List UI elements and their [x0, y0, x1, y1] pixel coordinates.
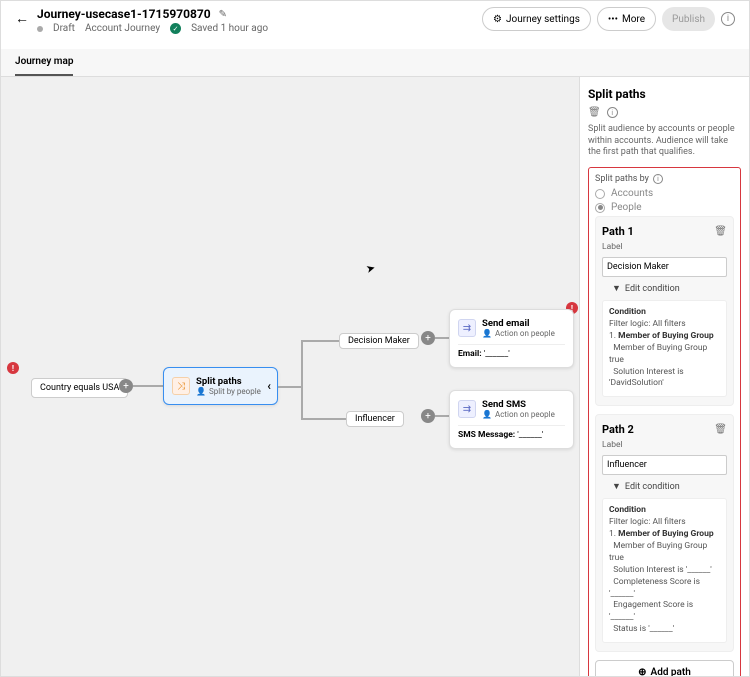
back-icon[interactable]: ←	[15, 10, 29, 27]
gear-icon: ⚙	[493, 14, 502, 25]
radio-icon	[595, 189, 605, 199]
publish-button[interactable]: Publish	[662, 7, 715, 31]
meta-row: Draft Account Journey ✓ Saved 1 hour ago	[37, 23, 268, 34]
info-icon[interactable]: i	[607, 107, 618, 118]
connector	[278, 386, 302, 388]
connector	[435, 415, 449, 417]
panel-description: Split audience by accounts or people wit…	[588, 124, 741, 159]
highlight-box: Split paths byi Accounts People Path 1 🗑 …	[588, 167, 741, 676]
saved-label: Saved 1 hour ago	[191, 23, 268, 34]
main: ➤ ! Country equals USA + ⤨ Split paths 👤…	[1, 77, 749, 676]
edit-icon[interactable]: ✎	[219, 9, 227, 20]
node-text: Split paths 👤Split by people	[196, 376, 261, 396]
warning-icon: !	[7, 362, 19, 374]
person-icon: 👤	[196, 387, 206, 396]
header: ← Journey-usecase1-1715970870 ✎ Draft Ac…	[1, 1, 749, 49]
connector	[133, 385, 163, 387]
person-icon: 👤	[482, 410, 492, 419]
funnel-icon: ▼	[612, 481, 621, 492]
title-column: Journey-usecase1-1715970870 ✎ Draft Acco…	[37, 7, 268, 34]
connector	[435, 337, 449, 339]
path-title: Path 2	[602, 423, 634, 436]
panel-title: Split paths	[588, 87, 741, 101]
connector	[301, 418, 346, 420]
split-icon: ⤨	[172, 377, 190, 395]
node-entry[interactable]: Country equals USA	[31, 378, 128, 398]
page-title: Journey-usecase1-1715970870	[37, 7, 211, 21]
more-icon: •••	[608, 14, 618, 25]
port-icon[interactable]: +	[421, 331, 435, 345]
label-text: Label	[602, 242, 727, 252]
cursor-icon: ➤	[364, 261, 376, 276]
info-icon[interactable]: i	[721, 12, 735, 26]
radio-people[interactable]: People	[595, 202, 734, 213]
node-body: SMS Message: '______'	[458, 425, 565, 440]
label-text: Label	[602, 440, 727, 450]
trash-icon[interactable]: 🗑	[714, 424, 727, 435]
branch-label-influencer[interactable]: Influencer	[346, 411, 404, 427]
condition-box: Condition Filter logic: All filters 1. M…	[602, 498, 727, 643]
port-icon[interactable]: +	[119, 379, 133, 393]
info-icon[interactable]: i	[653, 174, 663, 184]
draft-label: Draft	[53, 23, 75, 34]
canvas[interactable]: ➤ ! Country equals USA + ⤨ Split paths 👤…	[1, 77, 579, 676]
header-right: ⚙Journey settings •••More Publish i	[482, 7, 735, 31]
tab-bar: Journey map	[1, 49, 749, 77]
side-panel: Split paths 🗑 i Split audience by accoun…	[579, 77, 749, 676]
node-send-email[interactable]: ⇉ Send email 👤Action on people Email: '_…	[449, 309, 574, 368]
port-icon[interactable]: +	[421, 409, 435, 423]
branch-label-decision-maker[interactable]: Decision Maker	[339, 333, 419, 349]
node-send-sms[interactable]: ⇉ Send SMS 👤Action on people SMS Message…	[449, 390, 574, 449]
node-body: Email: '______'	[458, 344, 565, 359]
path-label-input[interactable]	[602, 257, 727, 277]
journey-settings-button[interactable]: ⚙Journey settings	[482, 7, 591, 31]
radio-accounts[interactable]: Accounts	[595, 188, 734, 199]
path-title: Path 1	[602, 225, 634, 238]
chevron-left-icon[interactable]: ‹	[267, 379, 271, 393]
action-icon: ⇉	[458, 319, 476, 337]
subtitle: Account Journey	[85, 23, 160, 34]
condition-box: Condition Filter logic: All filters 1. M…	[602, 300, 727, 397]
funnel-icon: ▼	[612, 283, 621, 294]
path-1-box: Path 1 🗑 Label ▼Edit condition Condition …	[595, 216, 734, 406]
plus-icon: ⊕	[638, 667, 646, 676]
header-left: ← Journey-usecase1-1715970870 ✎ Draft Ac…	[15, 7, 268, 34]
check-icon: ✓	[170, 23, 181, 34]
connector	[301, 340, 339, 342]
trash-icon[interactable]: 🗑	[714, 226, 727, 237]
radio-icon	[595, 203, 605, 213]
path-2-box: Path 2 🗑 Label ▼Edit condition Condition …	[595, 414, 734, 652]
path-label-input[interactable]	[602, 455, 727, 475]
node-text: Send SMS 👤Action on people	[482, 399, 555, 419]
split-by-label: Split paths byi	[595, 174, 734, 184]
more-button[interactable]: •••More	[597, 7, 656, 31]
tab-journey-map[interactable]: Journey map	[15, 49, 73, 76]
add-path-button[interactable]: ⊕Add path	[595, 660, 734, 676]
draft-dot-icon	[37, 26, 43, 32]
connector	[301, 340, 303, 420]
person-icon: 👤	[482, 329, 492, 338]
action-icon: ⇉	[458, 400, 476, 418]
trash-icon[interactable]: 🗑	[588, 107, 601, 118]
edit-condition-link[interactable]: ▼Edit condition	[602, 283, 727, 294]
node-split-paths[interactable]: ⤨ Split paths 👤Split by people ‹	[163, 367, 278, 405]
edit-condition-link[interactable]: ▼Edit condition	[602, 481, 727, 492]
node-text: Send email 👤Action on people	[482, 318, 555, 338]
